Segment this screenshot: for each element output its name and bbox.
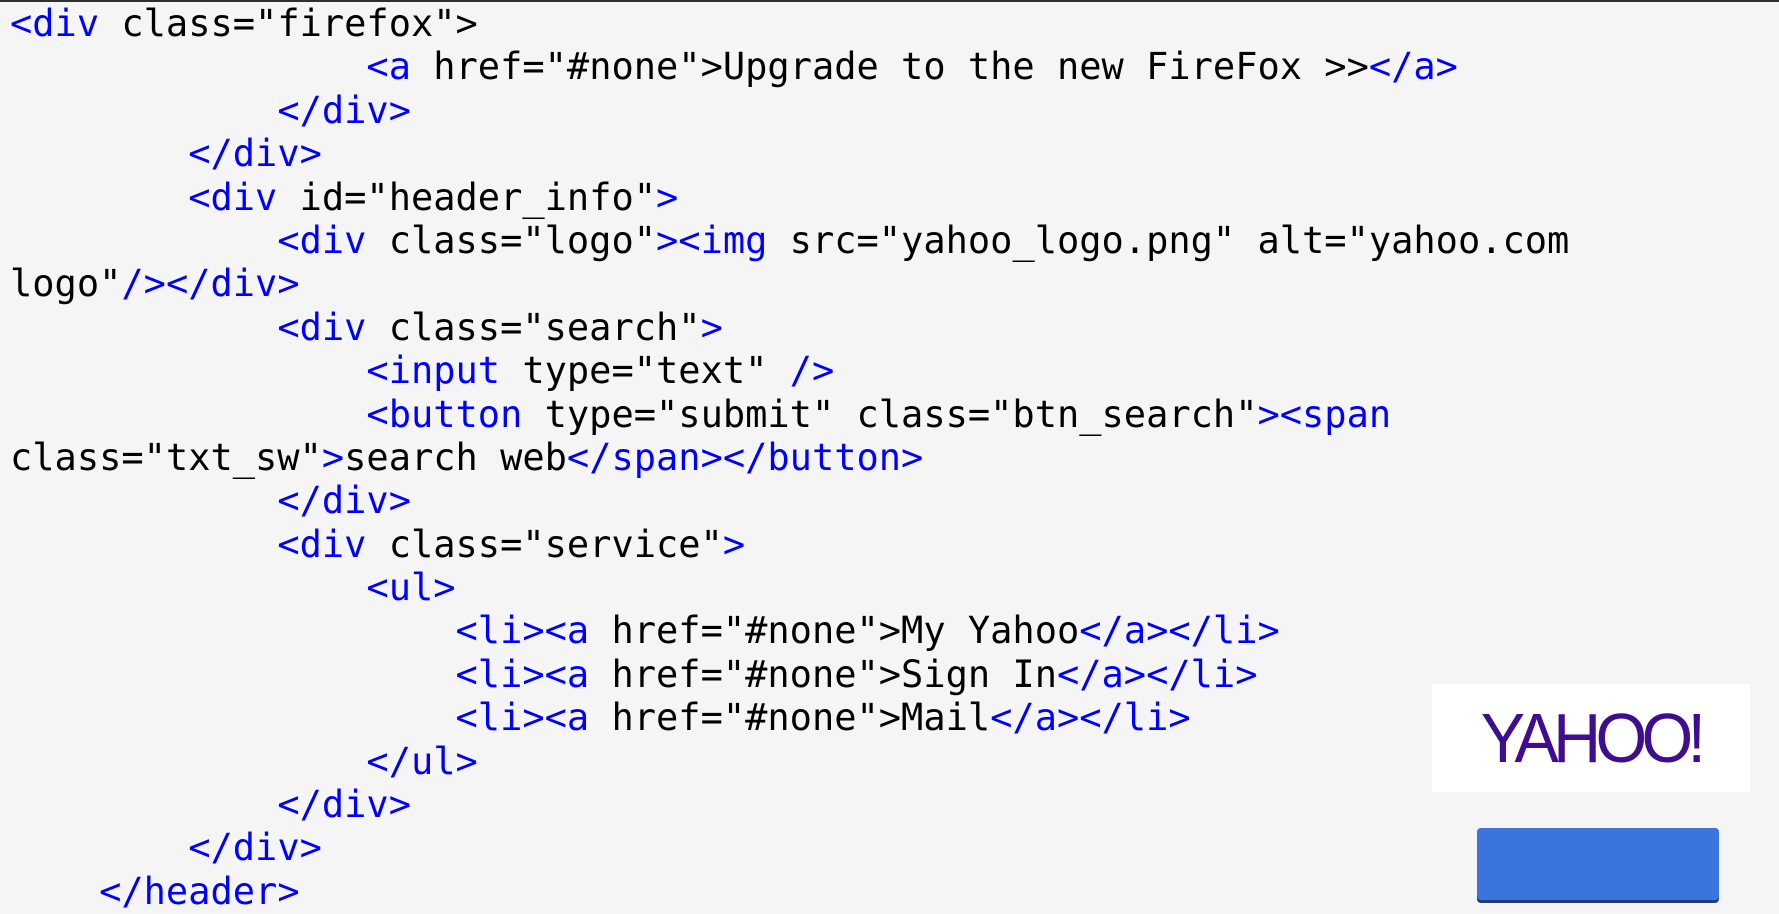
code-tag-token: > <box>700 305 723 349</box>
code-tag-token: > <box>722 522 746 566</box>
code-text-token: logo" <box>10 262 122 306</box>
code-line: <ul> <box>10 566 1779 609</box>
code-tag-token: ><img <box>656 218 768 262</box>
code-text-token: href="#none">Upgrade to the new FireFox … <box>410 45 1369 89</box>
code-tag-token: </div> <box>188 826 322 870</box>
code-text-token: href="#none">My Yahoo <box>589 609 1080 653</box>
code-line: <div class="firefox"> <box>10 2 1779 45</box>
code-text-token: type="text" <box>500 349 790 393</box>
code-tag-token: <li><a <box>455 652 590 696</box>
code-tag-token: </div> <box>277 88 411 132</box>
code-text-token: src="yahoo_logo.png" alt="yahoo.com <box>767 218 1570 262</box>
code-tag-token: /></div> <box>121 262 300 306</box>
code-text-token: class="logo" <box>366 218 657 262</box>
code-tag-token: <div <box>277 305 367 349</box>
code-tag-token: </div> <box>277 783 411 827</box>
code-line: <button type="submit" class="btn_search"… <box>10 393 1779 436</box>
code-line: <li><a href="#none">My Yahoo</a></li> <box>10 609 1779 652</box>
code-tag-token: </div> <box>188 132 322 176</box>
code-line: class="txt_sw">search web</span></button… <box>10 436 1779 479</box>
code-line: <input type="text" /> <box>10 349 1779 392</box>
code-tag-token: </header> <box>99 869 300 913</box>
yahoo-logo-icon: YAHOO! <box>1432 684 1750 792</box>
code-tag-token: <ul> <box>366 566 456 610</box>
code-line: <a href="#none">Upgrade to the new FireF… <box>10 45 1779 88</box>
code-tag-token: ><span <box>1257 392 1392 436</box>
code-tag-token: <div <box>277 218 367 262</box>
code-text-token: class="service" <box>366 522 723 566</box>
code-text-token: href="#none">Sign In <box>589 652 1057 696</box>
code-screenshot: <div class="firefox"> <a href="#none">Up… <box>0 0 1779 914</box>
code-tag-token: <button <box>366 392 523 436</box>
code-line: logo"/></div> <box>10 262 1779 305</box>
code-text-token: class="firefox"> <box>99 2 478 45</box>
code-tag-token: </a></li> <box>1056 652 1258 696</box>
yahoo-logo-text: YAHOO! <box>1481 699 1706 777</box>
code-text-token: class="txt_sw" <box>10 435 322 479</box>
code-line: </div> <box>10 479 1779 522</box>
code-text-token: search web <box>344 435 567 479</box>
code-tag-token: <input <box>366 349 501 393</box>
code-text-token: class="search" <box>366 305 701 349</box>
code-tag-token: <div <box>188 175 278 219</box>
code-tag-token: </a> <box>1368 45 1458 89</box>
code-tag-token: > <box>656 175 679 219</box>
code-tag-token: </div> <box>277 479 411 523</box>
code-line: <div id="header_info"> <box>10 176 1779 219</box>
code-line: <div class="search"> <box>10 306 1779 349</box>
code-tag-token: </span></button> <box>566 435 924 479</box>
code-tag-token: <a <box>366 45 411 89</box>
code-tag-token: <div <box>10 2 100 45</box>
code-text-token: id="header_info" <box>277 175 657 219</box>
search-web-button[interactable] <box>1477 828 1719 900</box>
code-line: <div class="logo"><img src="yahoo_logo.p… <box>10 219 1779 262</box>
code-line: <div class="service"> <box>10 523 1779 566</box>
code-tag-token: > <box>321 435 345 479</box>
code-tag-token: <div <box>277 522 367 566</box>
code-tag-token: </a></li> <box>990 696 1191 740</box>
code-text-token: type="submit" class="btn_search" <box>522 392 1258 436</box>
code-line: </div> <box>10 89 1779 132</box>
code-text-token: href="#none">Mail <box>589 696 991 740</box>
code-tag-token: /> <box>789 349 835 393</box>
code-tag-token: <li><a <box>455 696 590 740</box>
code-tag-token: <li><a <box>455 609 590 653</box>
code-tag-token: </a></li> <box>1079 609 1280 653</box>
code-line: </div> <box>10 132 1779 175</box>
code-tag-token: </ul> <box>366 739 478 783</box>
